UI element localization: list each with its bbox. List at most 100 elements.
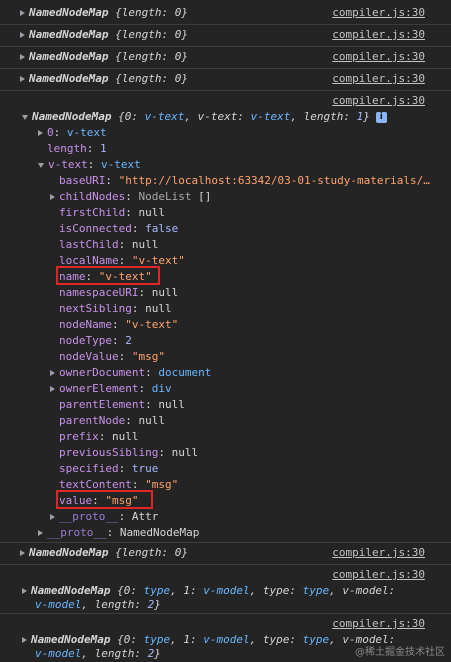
property-ownerDocument[interactable]: ownerDocument: document (50, 365, 211, 381)
property-value: true (131, 462, 159, 475)
expand-triangle-icon[interactable] (50, 194, 55, 200)
log-entry-1[interactable]: NamedNodeMap {length: 0} compiler.js:30 (0, 3, 451, 23)
property-key: specified (59, 462, 119, 475)
object-type: NamedNodeMap (29, 72, 109, 85)
property-length: length: 1 (47, 142, 107, 155)
source-link[interactable]: compiler.js:30 (332, 49, 425, 65)
collapsed-object[interactable]: NamedNodeMap {length: 0} (20, 27, 188, 43)
expand-triangle-icon[interactable] (22, 588, 27, 594)
property-value: false (145, 222, 179, 235)
summary-continuation: v-model, length: 2} (35, 646, 161, 662)
object-type: NamedNodeMap (31, 584, 111, 597)
property-value: null (112, 430, 139, 443)
object-summary: {0: type, 1: v-model, type: type, v-mode… (117, 633, 395, 646)
property-ownerElement[interactable]: ownerElement: div (50, 381, 172, 397)
summary-value: v-text (144, 110, 185, 123)
property-key: nodeType (59, 334, 112, 347)
object-type: NamedNodeMap (29, 28, 109, 41)
summary-text: {0: (117, 584, 144, 597)
property-key: length (47, 142, 87, 155)
collapse-triangle-icon[interactable] (38, 162, 44, 168)
property-index-0[interactable]: 0: v-text (38, 125, 107, 141)
summary-value: v-text (250, 110, 291, 123)
expand-triangle-icon[interactable] (50, 514, 55, 520)
property-value: 2 (125, 334, 132, 347)
expand-triangle-icon[interactable] (20, 550, 25, 556)
log-entry-3[interactable]: NamedNodeMap {length: 0} compiler.js:30 (0, 46, 451, 67)
log-entry-4[interactable]: NamedNodeMap {length: 0} compiler.js:30 (0, 68, 451, 89)
property-parentNode: parentNode: null (59, 414, 165, 427)
property-attr[interactable]: v-text: v-text (38, 157, 141, 173)
object-summary: {length: 0} (115, 546, 188, 559)
expand-triangle-icon[interactable] (20, 76, 25, 82)
summary-text: , type: (249, 633, 303, 646)
object-summary: {length: 0} (115, 28, 188, 41)
log-entry-6[interactable]: NamedNodeMap {length: 0} compiler.js:30 (0, 542, 451, 563)
expand-triangle-icon[interactable] (50, 386, 55, 392)
expand-triangle-icon[interactable] (50, 370, 55, 376)
summary-value: v-model (203, 584, 250, 597)
summary-text: , 1: (170, 633, 204, 646)
property-proto-outer[interactable]: __proto__: NamedNodeMap (38, 525, 199, 541)
expanded-object-header[interactable]: NamedNodeMap {0: v-text, v-text: v-text,… (22, 109, 387, 125)
property-key: __proto__ (59, 510, 119, 523)
collapsed-object[interactable]: NamedNodeMap {length: 0} (20, 5, 188, 21)
collapse-triangle-icon[interactable] (22, 114, 28, 120)
expand-triangle-icon[interactable] (38, 530, 43, 536)
summary-text: , length: (81, 647, 148, 660)
object-type: NamedNodeMap (32, 110, 112, 123)
info-icon[interactable]: i (375, 111, 387, 123)
property-previousSibling: previousSibling: null (59, 446, 199, 459)
object-summary: {0: v-text, v-text: v-text, length: 1} (118, 110, 370, 123)
property-value: document (158, 366, 212, 379)
expand-triangle-icon[interactable] (22, 637, 27, 643)
expand-triangle-icon[interactable] (20, 10, 25, 16)
property-value: null (138, 414, 165, 427)
property-key: parentElement (59, 398, 146, 411)
property-nextSibling: nextSibling: null (59, 302, 172, 315)
summary-text: {0: (117, 633, 144, 646)
source-link[interactable]: compiler.js:30 (332, 71, 425, 87)
property-key: 0 (47, 126, 54, 139)
log-entry-expanded[interactable]: compiler.js:30 NamedNodeMap {0: v-text, … (0, 90, 451, 542)
property-specified: specified: true (59, 462, 159, 475)
property-key: nextSibling (59, 302, 132, 315)
object-summary: {length: 0} (115, 72, 188, 85)
property-proto-inner[interactable]: __proto__: Attr (50, 509, 158, 525)
source-link[interactable]: compiler.js:30 (332, 616, 425, 632)
expand-triangle-icon[interactable] (20, 32, 25, 38)
log-entry-2[interactable]: NamedNodeMap {length: 0} compiler.js:30 (0, 24, 451, 45)
summary-text: } (154, 598, 161, 611)
collapsed-object[interactable]: NamedNodeMap {length: 0} (20, 71, 188, 87)
property-value: null (145, 302, 172, 315)
summary-value: type (143, 584, 171, 597)
property-key: v-text (48, 158, 88, 171)
object-type: NamedNodeMap (29, 6, 109, 19)
source-link[interactable]: compiler.js:30 (332, 567, 425, 583)
property-value: 1 (100, 142, 107, 155)
property-key: namespaceURI (59, 286, 139, 299)
log-entry-7[interactable]: compiler.js:30 NamedNodeMap {0: type, 1:… (0, 564, 451, 613)
object-summary: {length: 0} (115, 50, 188, 63)
source-link[interactable]: compiler.js:30 (332, 27, 425, 43)
property-key: nodeName (59, 318, 112, 331)
summary-continuation: v-model, length: 2} (35, 597, 161, 613)
collapsed-object[interactable]: NamedNodeMap {length: 0} (20, 49, 188, 65)
property-key: prefix (59, 430, 99, 443)
property-value: "v-text" (125, 318, 179, 331)
source-link[interactable]: compiler.js:30 (332, 93, 425, 109)
property-childNodes[interactable]: childNodes: NodeList [] (50, 189, 211, 205)
summary-text: } (363, 110, 370, 123)
property-value: v-text (66, 126, 107, 139)
property-key: childNodes (59, 190, 126, 203)
expand-triangle-icon[interactable] (20, 54, 25, 60)
source-link[interactable]: compiler.js:30 (332, 5, 425, 21)
source-link[interactable]: compiler.js:30 (332, 545, 425, 561)
expand-triangle-icon[interactable] (38, 130, 43, 136)
object-type: NamedNodeMap (29, 50, 109, 63)
summary-value: type (302, 633, 330, 646)
property-value: Attr (131, 510, 159, 523)
highlight-box-name (56, 266, 160, 285)
log-entry-8[interactable]: compiler.js:30 NamedNodeMap {0: type, 1:… (0, 613, 451, 662)
collapsed-object[interactable]: NamedNodeMap {length: 0} (20, 545, 188, 561)
